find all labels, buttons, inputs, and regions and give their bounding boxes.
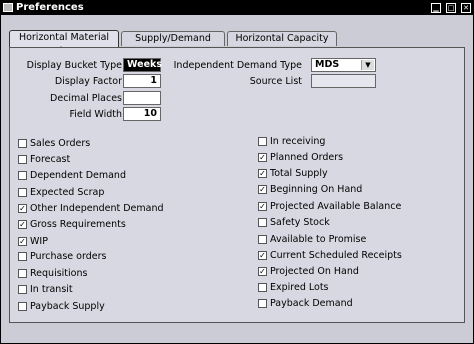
checkbox-label: Dependent Demand xyxy=(30,170,126,181)
checkbox-box[interactable] xyxy=(18,188,27,197)
close-icon[interactable]: ✕ xyxy=(461,3,471,13)
display-bucket-type-value: Weeks xyxy=(127,59,162,70)
checkbox-box[interactable] xyxy=(18,155,27,164)
tab-panel: Display Bucket Type Weeks Display Factor… xyxy=(9,47,465,323)
window-menu-icon[interactable] xyxy=(3,3,13,12)
field-width-label: Field Width xyxy=(69,109,122,120)
checkbox-label: WIP xyxy=(30,236,48,247)
checkbox-label: Safety Stock xyxy=(270,217,330,228)
display-factor-field[interactable]: 1 xyxy=(123,74,161,88)
title-bar[interactable]: Preferences ▁ □ ✕ xyxy=(1,1,473,15)
tab-horizontal-capacity-plan[interactable]: Horizontal Capacity Plan xyxy=(227,31,337,58)
checkbox-box[interactable] xyxy=(258,218,267,227)
decimal-places-label: Decimal Places xyxy=(50,93,122,104)
checkbox-label: Other Independent Demand xyxy=(30,203,164,214)
checkbox-box[interactable] xyxy=(18,171,27,180)
window-title: Preferences xyxy=(16,2,84,13)
checkbox-box[interactable] xyxy=(258,137,267,146)
checkbox-label: Requisitions xyxy=(30,268,88,279)
source-list-field[interactable] xyxy=(311,74,376,88)
independent-demand-type-value: MDS xyxy=(315,59,340,70)
checkbox-box[interactable]: ✓ xyxy=(18,220,27,229)
maximize-icon[interactable]: □ xyxy=(446,3,456,13)
source-list-label: Source List xyxy=(249,76,302,87)
decimal-places-field[interactable] xyxy=(123,91,161,105)
checkbox-label: Beginning On Hand xyxy=(270,184,363,195)
checkbox-label: In receiving xyxy=(270,136,326,147)
checkbox-label: Purchase orders xyxy=(30,251,107,262)
tab-horizontal-material-plan[interactable]: Horizontal Material Plan xyxy=(9,30,119,57)
checkbox-box[interactable]: ✓ xyxy=(258,169,267,178)
field-width-field[interactable]: 10 xyxy=(123,107,161,121)
checkbox-box[interactable] xyxy=(18,269,27,278)
independent-demand-type-select[interactable]: MDS ▼ xyxy=(311,58,376,72)
checkbox-box[interactable]: ✓ xyxy=(258,202,267,211)
chevron-down-icon[interactable]: ▼ xyxy=(361,60,374,70)
checkbox-label: Available to Promise xyxy=(270,234,367,245)
checkbox-box[interactable]: ✓ xyxy=(258,251,267,260)
checkbox-label: Payback Supply xyxy=(30,301,105,312)
checkbox-label: In transit xyxy=(30,284,73,295)
checkbox-box[interactable] xyxy=(258,299,267,308)
checkbox-label: Payback Demand xyxy=(270,298,353,309)
checkbox-box[interactable]: ✓ xyxy=(18,237,27,246)
checkbox-label: Current Scheduled Receipts xyxy=(270,250,402,261)
preferences-window: Preferences ▁ □ ✕ Horizontal Material Pl… xyxy=(0,0,474,344)
checkbox-box[interactable] xyxy=(18,252,27,261)
checkbox-box[interactable]: ✓ xyxy=(258,267,267,276)
display-factor-label: Display Factor xyxy=(54,76,122,87)
checkbox-box[interactable] xyxy=(18,302,27,311)
checkbox-label: Planned Orders xyxy=(270,152,344,163)
checkbox-box[interactable]: ✓ xyxy=(18,204,27,213)
checkbox-box[interactable] xyxy=(258,283,267,292)
checkbox-label: Projected On Hand xyxy=(270,266,359,277)
minimize-icon[interactable]: ▁ xyxy=(431,3,441,13)
independent-demand-type-label: Independent Demand Type xyxy=(173,60,302,71)
checkbox-box[interactable] xyxy=(258,235,267,244)
display-bucket-type-select[interactable]: Weeks xyxy=(123,58,162,72)
display-bucket-type-label: Display Bucket Type xyxy=(26,60,122,71)
checkbox-box[interactable]: ✓ xyxy=(258,185,267,194)
checkbox-box[interactable]: ✓ xyxy=(258,153,267,162)
checkbox-label: Forecast xyxy=(30,154,71,165)
tab-supply-demand[interactable]: Supply/Demand xyxy=(121,31,225,46)
checkbox-label: Total Supply xyxy=(270,168,328,179)
checkbox-box[interactable] xyxy=(18,285,27,294)
checkbox-box[interactable] xyxy=(18,139,27,148)
checkbox-label: Expected Scrap xyxy=(30,187,105,198)
checkbox-label: Gross Requirements xyxy=(30,219,126,230)
checkbox-label: Expired Lots xyxy=(270,282,329,293)
checkbox-label: Projected Available Balance xyxy=(270,201,402,212)
checkbox-label: Sales Orders xyxy=(30,138,91,149)
